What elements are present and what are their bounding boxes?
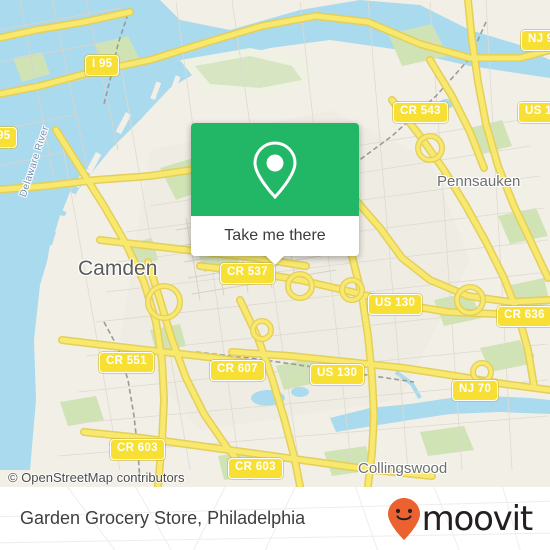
highway-shield: NJ 90 [521, 30, 550, 51]
highway-shield: I 95 [85, 55, 120, 76]
highway-shield: CR 636 [497, 306, 550, 327]
highway-shield: US 130 [368, 294, 423, 315]
highway-shield: CR 603 [110, 439, 165, 460]
highway-shield: CR 607 [210, 360, 265, 381]
footer-bar: Garden Grocery Store, Philadelphia moovi… [0, 487, 550, 550]
poi-card-icon-area [191, 123, 359, 216]
map-canvas[interactable]: Camden Pennsauken Collingswood Delaware … [0, 0, 550, 487]
take-me-there-button[interactable]: Take me there [191, 216, 359, 265]
callout-pointer [265, 255, 285, 265]
map-pin-icon [253, 140, 297, 199]
highway-shield: 95 [0, 127, 18, 148]
moovit-logo: moovit [387, 497, 534, 541]
map-page: Camden Pennsauken Collingswood Delaware … [0, 0, 550, 550]
highway-shield: NJ 70 [452, 380, 499, 401]
poi-callout-card[interactable]: Take me there [191, 123, 359, 265]
highway-shield: CR 551 [99, 352, 154, 373]
take-me-there-label: Take me there [224, 227, 326, 244]
highway-shield: CR 603 [228, 458, 283, 479]
moovit-pin-icon [387, 497, 420, 540]
highway-shield: US 130 [310, 364, 365, 385]
highway-shield: US 13 [518, 102, 550, 123]
osm-attribution-text[interactable]: © OpenStreetMap contributors [8, 470, 185, 485]
poi-title: Garden Grocery Store, Philadelphia [20, 508, 306, 528]
moovit-wordmark: moovit [421, 498, 534, 539]
highway-shield: CR 537 [220, 263, 275, 284]
highway-shield: CR 543 [393, 102, 448, 123]
